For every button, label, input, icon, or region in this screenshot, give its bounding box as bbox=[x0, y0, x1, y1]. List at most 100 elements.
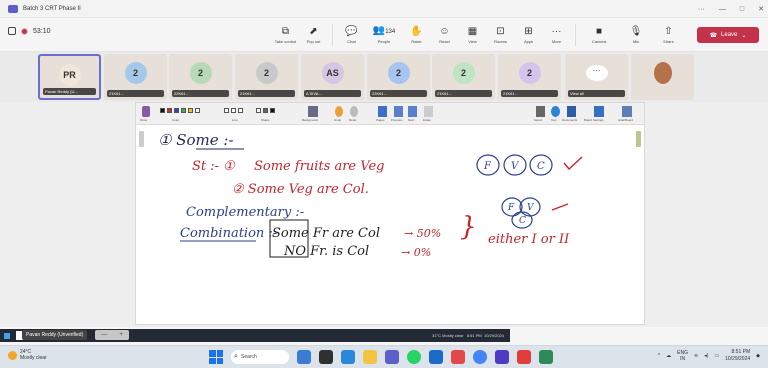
camera-button[interactable]: ■ Camera bbox=[581, 22, 617, 48]
participant-tile[interactable]: 2 21K61... bbox=[235, 54, 298, 100]
chrome-icon[interactable] bbox=[473, 350, 487, 364]
file-explorer-icon[interactable] bbox=[363, 350, 377, 364]
participant-name: 21K61... bbox=[107, 90, 164, 97]
erase-icon[interactable] bbox=[424, 106, 433, 117]
chat-button[interactable]: 💬 Chat bbox=[338, 22, 365, 48]
windows-start-icon bbox=[4, 332, 10, 339]
pen-icon[interactable] bbox=[142, 106, 150, 117]
board-settings-icon[interactable] bbox=[594, 106, 604, 117]
color-green-swatch[interactable] bbox=[181, 108, 186, 113]
participant-avatar: 2 bbox=[124, 62, 147, 84]
taskbar-search-box[interactable]: Search bbox=[231, 350, 289, 364]
edge-browser-icon[interactable] bbox=[341, 350, 355, 364]
participant-name: 21K61... bbox=[238, 90, 295, 97]
line-dotted-option[interactable] bbox=[238, 108, 243, 113]
windows-taskbar: 24°C Mostly clear Search ^ ☁ ENGIN ≋ ◂ bbox=[0, 345, 768, 368]
undo-icon[interactable] bbox=[335, 106, 343, 117]
taskbar-time[interactable]: 8:51 PM bbox=[732, 349, 751, 355]
take-control-button[interactable]: ⧉ Take control bbox=[272, 22, 299, 48]
store-icon[interactable] bbox=[429, 350, 443, 364]
rooms-button[interactable]: ⊡ Rooms bbox=[487, 22, 514, 48]
participant-tile[interactable]: 2 21K61... bbox=[498, 54, 561, 100]
chevron-down-icon[interactable]: ⌄ bbox=[741, 32, 746, 39]
color-blue-swatch[interactable] bbox=[174, 108, 179, 113]
redo-icon[interactable] bbox=[350, 106, 358, 117]
show-hidden-icons[interactable]: ^ bbox=[658, 353, 660, 359]
people-button[interactable]: 👥134 People bbox=[366, 22, 402, 48]
minimize-button[interactable]: — bbox=[719, 6, 726, 13]
apps-button[interactable]: ⊞ Apps bbox=[515, 22, 542, 48]
share-button[interactable]: ⇧ Share bbox=[655, 22, 682, 48]
note-combination-row-2: NO Fr. is Col bbox=[283, 244, 369, 259]
more-options-icon[interactable]: ··· bbox=[698, 6, 705, 13]
battery-icon[interactable]: ▭ bbox=[714, 353, 719, 359]
volume-icon[interactable]: ◂) bbox=[704, 353, 708, 359]
self-minimize-icon[interactable]: — bbox=[101, 332, 107, 338]
redo-label: Redo bbox=[349, 118, 357, 122]
previous-page-icon[interactable] bbox=[394, 106, 403, 117]
weather-moon-icon bbox=[8, 350, 17, 360]
green-app-icon[interactable] bbox=[539, 350, 553, 364]
participant-tile[interactable]: 2 22K61... bbox=[169, 54, 232, 100]
participant-tile[interactable] bbox=[631, 54, 694, 100]
widgets-app-icon[interactable] bbox=[297, 350, 311, 364]
participant-tile[interactable]: 2 22K61... bbox=[367, 54, 430, 100]
documents-icon[interactable] bbox=[567, 106, 576, 117]
participant-avatar: 2 bbox=[518, 62, 541, 84]
line-solid-option[interactable] bbox=[224, 108, 229, 113]
snip-app-icon[interactable] bbox=[517, 350, 531, 364]
vs-app-icon[interactable] bbox=[495, 350, 509, 364]
note-statement-label: St :- ① bbox=[192, 159, 236, 174]
taskbar-date[interactable]: 10/29/2024 bbox=[725, 356, 750, 362]
next-page-icon[interactable] bbox=[408, 106, 417, 117]
title-bar: Batch 3 CRT Phase II ··· — □ ✕ bbox=[0, 0, 768, 18]
background-label: Background bbox=[302, 118, 319, 122]
note-statement-1: Some fruits are Veg bbox=[254, 159, 384, 174]
participant-tile[interactable]: AS A SIVA... bbox=[301, 54, 364, 100]
maximize-button[interactable]: □ bbox=[740, 6, 744, 13]
participant-video bbox=[653, 62, 672, 84]
whatsapp-icon[interactable] bbox=[407, 350, 421, 364]
more-button[interactable]: ··· More bbox=[543, 22, 570, 48]
select-icon[interactable] bbox=[536, 106, 545, 117]
text-icon[interactable] bbox=[551, 106, 560, 117]
pop-out-button[interactable]: ⬈ Pop out bbox=[300, 22, 327, 48]
color-yellow-swatch[interactable] bbox=[188, 108, 193, 113]
participant-tile[interactable]: 2 21K61... bbox=[104, 54, 167, 100]
view-button[interactable]: ▦ View bbox=[459, 22, 486, 48]
venn2-f: F bbox=[507, 203, 515, 213]
pages-icon[interactable] bbox=[378, 106, 387, 117]
notification-bell-icon[interactable]: ◆ bbox=[756, 353, 760, 359]
color-red-swatch[interactable] bbox=[167, 108, 172, 113]
shape-small-option[interactable] bbox=[256, 108, 261, 113]
wifi-icon[interactable]: ≋ bbox=[694, 353, 698, 359]
view-all-icon[interactable]: ··· bbox=[585, 65, 608, 81]
participant-tile[interactable]: ··· View all bbox=[565, 54, 628, 100]
color-white-swatch[interactable] bbox=[195, 108, 200, 113]
leave-button[interactable]: ☎ Leave ⌄ bbox=[697, 27, 759, 43]
participant-tile[interactable]: PR Pavan Reddy (U... bbox=[38, 54, 101, 100]
windows-start-button[interactable] bbox=[209, 350, 223, 364]
onedrive-icon[interactable]: ☁ bbox=[666, 353, 671, 359]
color-black-swatch[interactable] bbox=[160, 108, 165, 113]
background-icon[interactable] bbox=[308, 106, 318, 117]
weather-widget[interactable]: 24°C Mostly clear bbox=[8, 349, 47, 361]
pocket-app-icon[interactable] bbox=[451, 350, 465, 364]
react-button[interactable]: ☺ React bbox=[431, 22, 458, 48]
task-view-icon[interactable] bbox=[319, 350, 333, 364]
meeting-info-icon[interactable] bbox=[8, 27, 16, 35]
participant-tile[interactable]: 2 21K61... bbox=[432, 54, 495, 100]
note-row-2-percent: → 0% bbox=[401, 246, 431, 259]
self-expand-icon[interactable]: + bbox=[119, 332, 123, 338]
close-button[interactable]: ✕ bbox=[758, 5, 764, 13]
shape-medium-option[interactable] bbox=[263, 108, 268, 113]
participant-avatar: AS bbox=[321, 62, 344, 84]
self-view-controls[interactable]: — + bbox=[95, 330, 129, 340]
participant-name: A SIVA... bbox=[304, 90, 361, 97]
shape-large-option[interactable] bbox=[270, 108, 275, 113]
hide-board-icon[interactable] bbox=[622, 106, 632, 117]
mic-button[interactable]: 🎙 Mic bbox=[618, 22, 654, 48]
teams-app-icon[interactable] bbox=[385, 350, 399, 364]
raise-hand-button[interactable]: ✋ Raise bbox=[403, 22, 430, 48]
line-dashed-option[interactable] bbox=[231, 108, 236, 113]
